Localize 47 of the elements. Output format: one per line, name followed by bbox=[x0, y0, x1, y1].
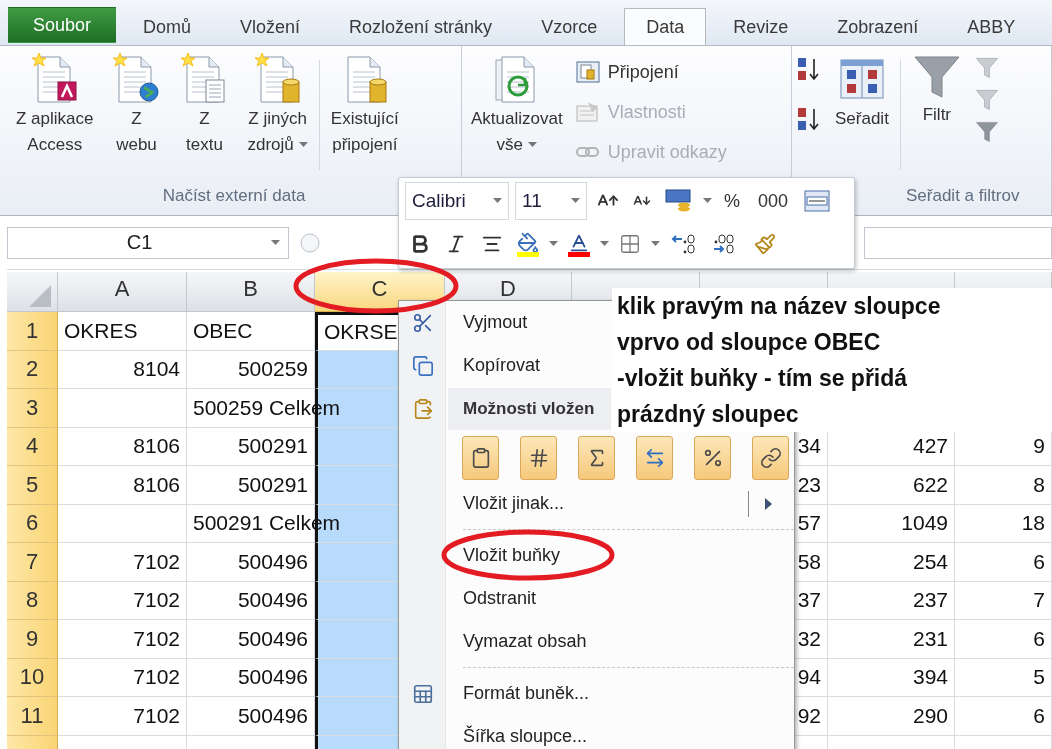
cell-value: 290 bbox=[912, 703, 948, 728]
cell-value: 23 bbox=[797, 472, 821, 497]
cell-value: 18 bbox=[1021, 511, 1045, 536]
cell-value: 8104 bbox=[133, 357, 180, 382]
cell-value: 8106 bbox=[133, 472, 180, 497]
cell-value: 7102 bbox=[133, 588, 180, 613]
cell-value: 500496 bbox=[237, 626, 308, 651]
cell-value: 57 bbox=[797, 511, 821, 536]
cell-value: 32 bbox=[797, 626, 821, 651]
cell-value: OBEC bbox=[193, 318, 253, 343]
annotation-tooltip: klik pravým na název sloupce vprvo od sloupce OBEC -vložit buňky - tím se přidá prázdný sloupec bbox=[612, 288, 1052, 432]
group-label: Seřadit a filtrov bbox=[906, 185, 1020, 207]
cell-value: 37 bbox=[797, 588, 821, 613]
cell-value: 500496 bbox=[237, 588, 308, 613]
cell-value: OKRES bbox=[64, 318, 138, 343]
cell-value: 237 bbox=[912, 588, 948, 613]
cell-value: 7102 bbox=[133, 549, 180, 574]
cell-value: 58 bbox=[797, 549, 821, 574]
cell-value: 6 bbox=[1033, 703, 1045, 728]
cell-value: 254 bbox=[912, 549, 948, 574]
cell-value: 1049 bbox=[901, 511, 948, 536]
cell-value: 8 bbox=[1033, 472, 1045, 497]
cell-value: 7 bbox=[1033, 588, 1045, 613]
cell-value: 92 bbox=[797, 703, 821, 728]
cell-value: 34 bbox=[797, 434, 821, 459]
cell-value: 622 bbox=[912, 472, 948, 497]
cell-value: 94 bbox=[797, 665, 821, 690]
cell-value: 500291 bbox=[237, 434, 308, 459]
cell-value: 6 bbox=[1033, 549, 1045, 574]
cell-value: 500259 bbox=[237, 357, 308, 382]
cell-value: 9 bbox=[1033, 434, 1045, 459]
cell-value: 500496 bbox=[237, 703, 308, 728]
group-label: Načíst externí data bbox=[162, 185, 306, 207]
cell-value: 427 bbox=[912, 434, 948, 459]
cell-value: 500496 bbox=[237, 665, 308, 690]
cell-value: 500496 bbox=[237, 549, 308, 574]
cell-value: 8106 bbox=[133, 434, 180, 459]
cell-value: 7102 bbox=[133, 626, 180, 651]
cell-value: 7102 bbox=[133, 665, 180, 690]
cell-value: 6 bbox=[1033, 626, 1045, 651]
cell-value: 7102 bbox=[133, 703, 180, 728]
cell-value: OKRSE bbox=[324, 320, 398, 345]
cell-value: 5 bbox=[1033, 665, 1045, 690]
cell-value: 500291 bbox=[237, 472, 308, 497]
cell-value: 231 bbox=[912, 626, 948, 651]
cell-value: 394 bbox=[912, 665, 948, 690]
menu-section-header: Možnosti vložen bbox=[448, 387, 611, 430]
